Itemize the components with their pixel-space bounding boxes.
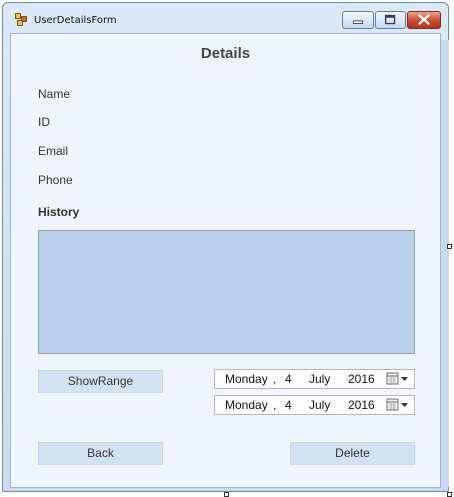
start-date-picker[interactable]: Monday , 4 July 2016 — [214, 369, 415, 389]
window-border-strip — [441, 40, 449, 487]
form-window: UserDetailsForm Details Name ID Email Ph… — [2, 2, 449, 492]
calendar-dropdown-icon[interactable] — [386, 372, 412, 386]
close-icon — [418, 14, 430, 25]
end-date-picker[interactable]: Monday , 4 July 2016 — [214, 395, 415, 415]
history-label: History — [38, 205, 80, 219]
page-title: Details — [200, 45, 251, 62]
window-title: UserDetailsForm — [34, 15, 117, 26]
resize-handle-bottom[interactable] — [224, 492, 229, 497]
start-date-day: 4 — [285, 372, 292, 386]
delete-button[interactable]: Delete — [290, 442, 415, 465]
maximize-icon — [384, 14, 396, 25]
form-client-area: Details Name ID Email Phone History Show… — [10, 33, 441, 488]
email-label: Email — [38, 144, 69, 158]
resize-handle-right[interactable] — [447, 244, 452, 249]
minimize-icon — [353, 20, 363, 24]
form-app-icon — [15, 13, 28, 26]
end-date-month: July — [309, 398, 331, 412]
back-button[interactable]: Back — [38, 442, 163, 465]
designer-surface: UserDetailsForm Details Name ID Email Ph… — [0, 0, 454, 497]
id-label: ID — [38, 115, 50, 129]
show-range-button[interactable]: ShowRange — [38, 370, 163, 393]
minimize-button[interactable] — [342, 11, 374, 29]
close-button[interactable] — [407, 11, 441, 29]
calendar-dropdown-icon[interactable] — [386, 398, 412, 412]
end-date-weekday: Monday — [225, 398, 268, 412]
maximize-button[interactable] — [375, 11, 406, 29]
resize-handle-corner[interactable] — [447, 492, 452, 497]
name-label: Name — [38, 87, 71, 101]
end-date-year: 2016 — [348, 398, 375, 412]
start-date-year: 2016 — [348, 372, 375, 386]
history-listbox[interactable] — [38, 230, 415, 354]
start-date-month: July — [309, 372, 331, 386]
end-date-day: 4 — [285, 398, 292, 412]
end-date-separator: , — [273, 398, 277, 412]
title-bar[interactable]: UserDetailsForm — [3, 3, 448, 33]
start-date-separator: , — [273, 372, 277, 386]
start-date-weekday: Monday — [225, 372, 268, 386]
phone-label: Phone — [38, 173, 73, 187]
